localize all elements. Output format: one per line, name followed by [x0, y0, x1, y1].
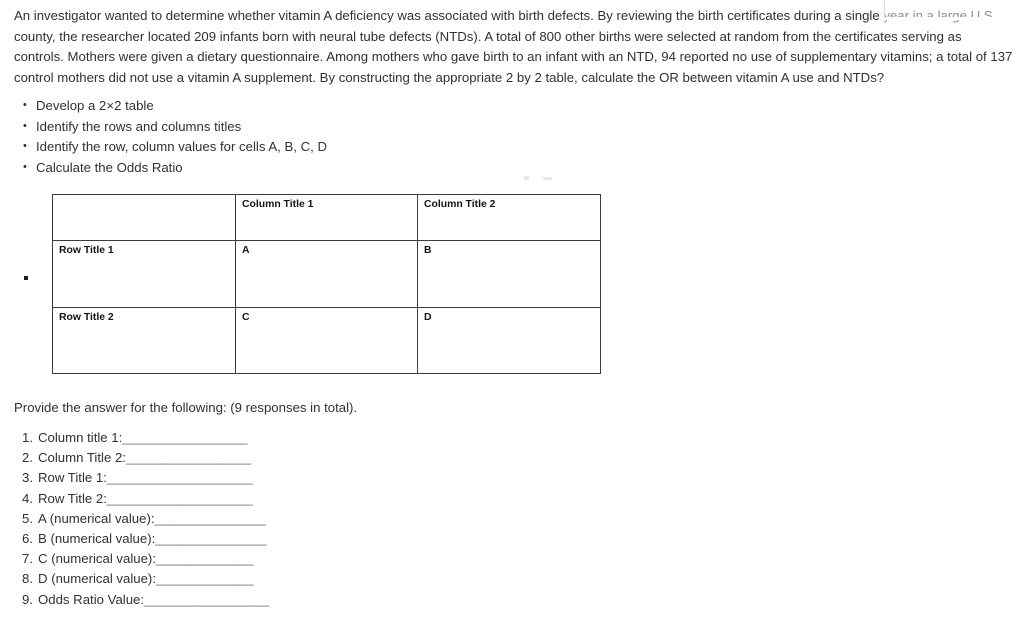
response-label: A (numerical value): — [38, 510, 155, 526]
response-blank-line[interactable]: __________________ — [126, 450, 251, 465]
question-stem-faded-text: year in a large U.S. — [883, 8, 997, 23]
capture-overlay-band — [884, 0, 1024, 9]
response-item-2: Column Title 2:__________________ — [22, 448, 269, 468]
response-blank-line[interactable]: _____________________ — [107, 470, 253, 485]
answer-prompt-text: Provide the answer for the following: (9… — [14, 400, 358, 415]
response-blank-line[interactable]: __________________ — [122, 430, 247, 445]
response-label: C (numerical value): — [38, 551, 156, 567]
response-blank-line[interactable]: __________________ — [144, 592, 269, 607]
response-item-3: Row Title 1:_____________________ — [22, 468, 269, 488]
response-item-8: D (numerical value):______________ — [22, 569, 269, 589]
response-blank-line[interactable]: ________________ — [155, 531, 266, 546]
capture-overlay-band-lower — [884, 17, 1024, 20]
response-item-1: Column title 1:__________________ — [22, 428, 269, 448]
question-stem-clear-text: An investigator wanted to determine whet… — [14, 8, 884, 23]
response-label: Column title 1: — [38, 430, 123, 445]
response-item-5: A (numerical value):________________ — [22, 509, 269, 529]
table-cell-c: C — [235, 306, 418, 375]
scan-artifact-mark — [543, 177, 552, 180]
table-row: Row Title 1 A B — [52, 240, 601, 308]
table-cell-b: B — [417, 240, 601, 308]
stray-bullet-marker — [24, 276, 28, 280]
table-cell-a: A — [235, 240, 418, 308]
table-header-row: Column Title 1 Column Title 2 — [52, 193, 601, 242]
task-list-item: Identify the row, column values for cell… — [23, 136, 327, 158]
response-blank-line[interactable]: ______________ — [156, 551, 253, 566]
scan-artifact-mark — [524, 176, 529, 180]
response-blank-list: Column title 1:__________________ Column… — [14, 428, 269, 610]
response-item-6: B (numerical value):________________ — [22, 529, 269, 549]
two-by-two-table: Column Title 1 Column Title 2 Row Title … — [52, 193, 601, 375]
response-blank-line[interactable]: _____________________ — [107, 491, 253, 506]
question-stem-remaining-text: county, the researcher located 209 infan… — [14, 28, 1013, 85]
task-bullet-list: Develop a 2×2 table Identify the rows an… — [14, 95, 327, 179]
task-list-item: Calculate the Odds Ratio — [23, 157, 327, 179]
question-stem-paragraph: An investigator wanted to determine whet… — [14, 6, 1014, 88]
response-blank-line[interactable]: ________________ — [155, 511, 266, 526]
table-corner-cell — [52, 193, 236, 242]
task-list-item: Develop a 2×2 table — [23, 95, 327, 117]
response-item-4: Row Title 2:_____________________ — [22, 489, 269, 509]
response-label: B (numerical value): — [38, 531, 156, 547]
table-row: Row Title 2 C D — [52, 306, 601, 375]
response-label: Column Title 2: — [38, 450, 126, 466]
response-label: Row Title 2: — [38, 490, 107, 506]
row-header-2: Row Title 2 — [52, 306, 236, 375]
response-label: D (numerical value): — [38, 571, 156, 587]
response-blank-line[interactable]: ______________ — [156, 571, 253, 586]
capture-overlay-edge — [884, 0, 885, 18]
table-cell-d: D — [417, 306, 601, 375]
response-label: Row Title 1: — [38, 470, 107, 486]
response-item-7: C (numerical value):______________ — [22, 549, 269, 569]
task-list-item: Identify the rows and columns titles — [23, 116, 327, 138]
row-header-1: Row Title 1 — [52, 240, 236, 308]
response-label: Odds Ratio Value: — [38, 591, 145, 607]
column-header-1: Column Title 1 — [235, 193, 418, 242]
response-item-9: Odds Ratio Value:__________________ — [22, 590, 269, 610]
column-header-2: Column Title 2 — [417, 193, 601, 242]
